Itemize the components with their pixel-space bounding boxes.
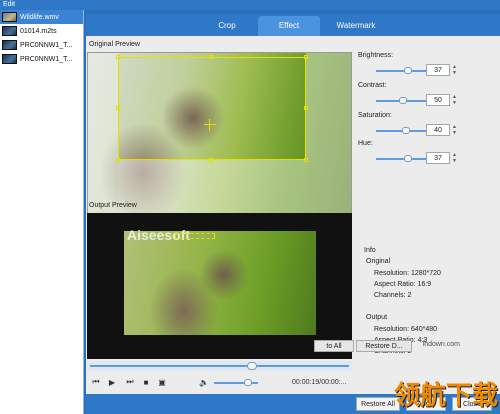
timeline-track xyxy=(90,365,349,367)
crop-handle[interactable] xyxy=(209,158,213,162)
crop-handle[interactable] xyxy=(116,55,120,59)
output-preview-label: Output Preview xyxy=(89,202,137,209)
crosshair-icon xyxy=(204,119,216,131)
play-icon[interactable]: ▶ xyxy=(106,376,118,388)
cn-logo: 领航下载 xyxy=(393,381,498,411)
file-item[interactable]: 01014.m2ts xyxy=(0,24,83,38)
effect-settings: Brightness: 37 ▲ ▼ Contrast: 50 ▲ ▼ Satura… xyxy=(354,36,500,246)
brightness-value[interactable]: 37 xyxy=(426,64,450,76)
tab-effect[interactable]: Effect xyxy=(258,16,320,36)
window-title: Edit xyxy=(0,0,500,10)
prev-frame-icon[interactable]: ⏮ xyxy=(90,376,102,388)
file-name: PRC0NNW1_T... xyxy=(20,55,73,63)
crop-handle[interactable] xyxy=(116,106,120,110)
saturation-value[interactable]: 40 xyxy=(426,124,450,136)
original-preview xyxy=(87,52,352,217)
video-thumbnail xyxy=(2,40,17,50)
tab-watermark[interactable]: Watermark xyxy=(320,16,392,36)
contrast-value[interactable]: 50 xyxy=(426,94,450,106)
info-original-channels: Channels: 2 xyxy=(374,292,412,299)
spin-arrows-icon[interactable]: ▲ ▼ xyxy=(452,152,460,164)
file-name: 01014.m2ts xyxy=(20,27,57,35)
hue-knob[interactable] xyxy=(404,155,412,162)
video-thumbnail xyxy=(2,26,17,36)
crop-handle[interactable] xyxy=(304,55,308,59)
output-preview: Aiseesoft xyxy=(87,213,352,359)
video-thumbnail xyxy=(2,54,17,64)
crop-handle[interactable] xyxy=(116,158,120,162)
timeline-knob[interactable] xyxy=(247,362,257,370)
playback-time: 00:00:19/00:00:... xyxy=(292,379,347,386)
screenshot-icon[interactable]: ▣ xyxy=(156,376,168,388)
tab-crop[interactable]: Crop xyxy=(196,16,258,36)
video-thumbnail xyxy=(2,12,17,22)
crop-dim-area xyxy=(306,53,351,216)
brightness-slider[interactable] xyxy=(376,70,426,72)
volume-icon[interactable]: 🔈 xyxy=(198,376,210,388)
info-header: Info xyxy=(364,247,376,254)
crop-dim-area xyxy=(88,53,118,216)
playback-timeline[interactable] xyxy=(87,361,352,371)
hue-label: Hue: xyxy=(358,140,373,147)
restore-defaults-button[interactable]: Restore D... xyxy=(356,340,412,352)
volume-knob[interactable] xyxy=(244,379,252,386)
info-original-head: Original xyxy=(366,258,391,265)
watermark-frame[interactable] xyxy=(175,233,215,239)
saturation-label: Saturation: xyxy=(358,112,392,119)
spin-arrows-icon[interactable]: ▲ ▼ xyxy=(452,124,460,136)
crop-dim-area xyxy=(118,160,306,216)
file-name: PRC0NNW1_T... xyxy=(20,41,73,49)
hue-slider[interactable] xyxy=(376,158,426,160)
hue-value[interactable]: 37 xyxy=(426,152,450,164)
stop-icon[interactable]: ■ xyxy=(140,376,152,388)
original-preview-label: Original Preview xyxy=(89,41,140,48)
site-watermark: lhdown.com xyxy=(422,341,460,348)
crop-handle[interactable] xyxy=(304,106,308,110)
file-item[interactable]: PRC0NNW1_T... xyxy=(0,38,83,52)
file-name: Wildlife.wmv xyxy=(20,13,59,21)
edit-tabs: Crop Effect Watermark xyxy=(86,14,500,36)
spin-arrows-icon[interactable]: ▲ ▼ xyxy=(452,94,460,106)
saturation-slider[interactable] xyxy=(376,130,426,132)
file-item[interactable]: PRC0NNW1_T... xyxy=(0,52,83,66)
file-list: Wildlife.wmv 01014.m2ts PRC0NNW1_T... PR… xyxy=(0,10,84,414)
apply-to-all-button[interactable]: to All xyxy=(314,340,354,352)
info-output-head: Output xyxy=(366,314,388,321)
contrast-label: Contrast: xyxy=(358,82,387,89)
info-output-resolution: Resolution: 640*480 xyxy=(374,326,438,333)
brightness-label: Brightness: xyxy=(358,52,394,59)
next-frame-icon[interactable]: ⏭ xyxy=(124,376,136,388)
contrast-knob[interactable] xyxy=(399,97,407,104)
output-image xyxy=(124,231,316,335)
brightness-knob[interactable] xyxy=(404,67,412,74)
crop-frame[interactable] xyxy=(116,55,308,162)
crop-handle[interactable] xyxy=(304,158,308,162)
spin-arrows-icon[interactable]: ▲ ▼ xyxy=(452,64,460,76)
file-item[interactable]: Wildlife.wmv xyxy=(0,10,83,24)
info-original-aspect: Aspect Ratio: 16:9 xyxy=(374,281,432,288)
crop-handle[interactable] xyxy=(209,55,213,59)
saturation-knob[interactable] xyxy=(402,127,410,134)
info-original-resolution: Resolution: 1280*720 xyxy=(374,270,441,277)
